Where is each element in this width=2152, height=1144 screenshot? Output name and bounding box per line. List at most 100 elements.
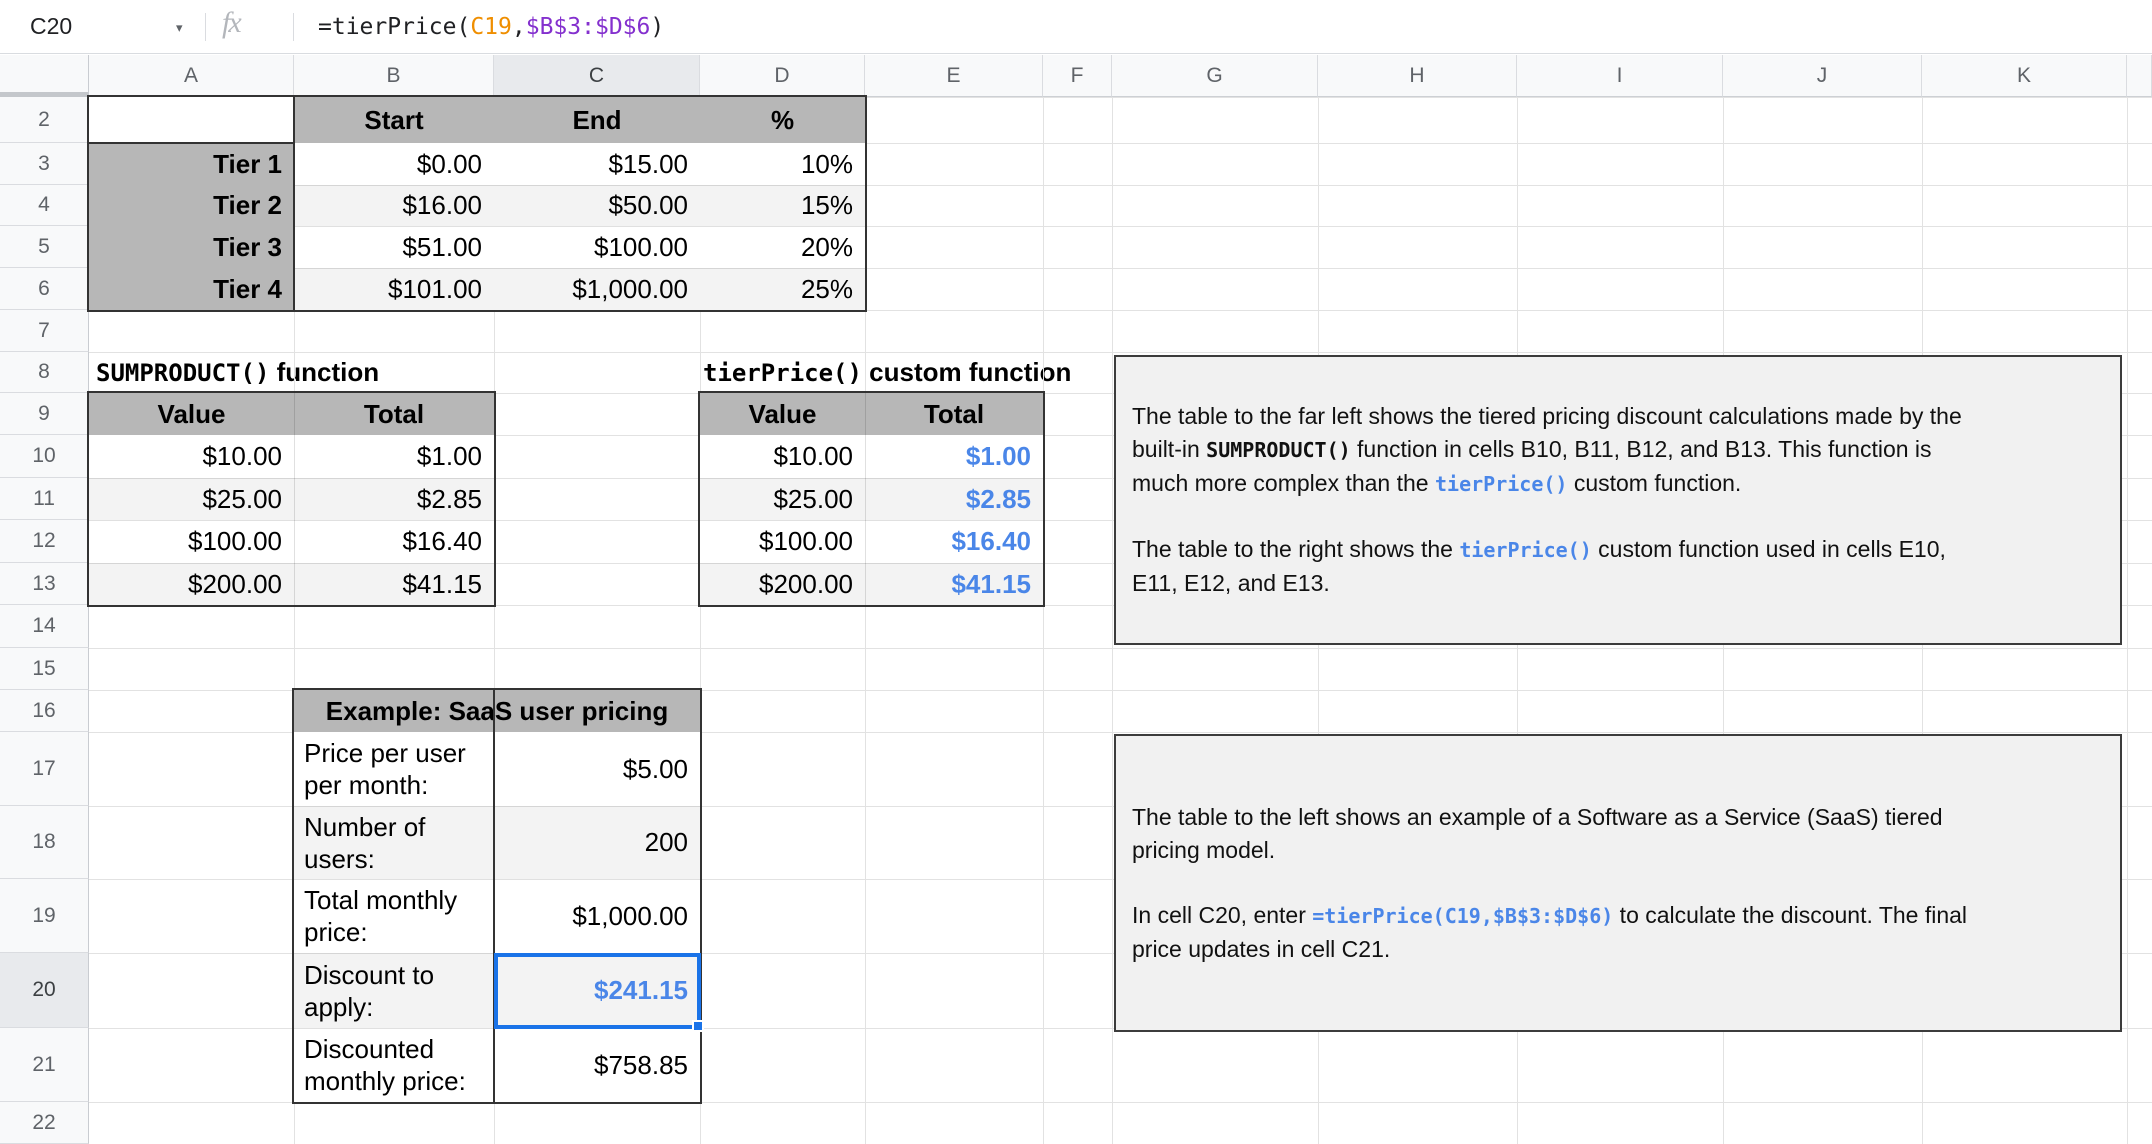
row-header-19[interactable]: 19 — [0, 879, 89, 953]
cell-D3[interactable]: 10% — [700, 143, 865, 185]
fill-handle[interactable] — [692, 1020, 704, 1032]
row-header-2[interactable]: 2 — [0, 97, 89, 143]
cell-B2[interactable]: Start — [294, 97, 494, 143]
column-header-H[interactable]: H — [1318, 55, 1517, 97]
tierprice-table-value-row13[interactable]: $200.00 — [700, 563, 865, 605]
column-header-I[interactable]: I — [1517, 55, 1723, 97]
cell-C3[interactable]: $15.00 — [494, 143, 700, 185]
select-all-corner[interactable] — [0, 55, 89, 97]
column-header-J[interactable]: J — [1723, 55, 1922, 97]
note-box-sumproduct-vs-tierprice[interactable]: The table to the far left shows the tier… — [1114, 355, 2122, 645]
sumproduct-table-header-value[interactable]: Value — [89, 393, 294, 435]
row-header-14[interactable]: 14 — [0, 605, 89, 648]
cell-D4[interactable]: 15% — [700, 185, 865, 226]
row-header-17[interactable]: 17 — [0, 732, 89, 806]
name-box-dropdown-icon[interactable]: ▾ — [176, 20, 183, 36]
row-header-13[interactable]: 13 — [0, 563, 89, 605]
column-header-E[interactable]: E — [865, 55, 1043, 97]
cell-D2[interactable]: % — [700, 97, 865, 143]
tierprice-table-total-row10[interactable]: $1.00 — [865, 435, 1043, 478]
column-header-B[interactable]: B — [294, 55, 494, 97]
row-header-16[interactable]: 16 — [0, 690, 89, 732]
sumproduct-table-total-row10[interactable]: $1.00 — [294, 435, 494, 478]
cell-A3[interactable]: Tier 1 — [89, 143, 294, 185]
tierprice-table-value-row12[interactable]: $100.00 — [700, 520, 865, 563]
cell-C2[interactable]: End — [494, 97, 700, 143]
tierprice-table-value-row11[interactable]: $25.00 — [700, 478, 865, 520]
sumproduct-table-header-total[interactable]: Total — [294, 393, 494, 435]
cell-B19[interactable]: Total monthly price: — [294, 879, 494, 953]
cell-name-box[interactable]: C20 — [0, 0, 205, 53]
column-header-F[interactable]: F — [1043, 55, 1112, 97]
column-header-A[interactable]: A — [89, 55, 294, 97]
cell-C6[interactable]: $1,000.00 — [494, 268, 700, 310]
tierprice-table-total-row12[interactable]: $16.40 — [865, 520, 1043, 563]
sumproduct-table-value-row10[interactable]: $10.00 — [89, 435, 294, 478]
row-header-20[interactable]: 20 — [0, 953, 89, 1028]
cell-C18[interactable]: 200 — [494, 806, 700, 879]
sumproduct-table-value-row11[interactable]: $25.00 — [89, 478, 294, 520]
row-header-8[interactable]: 8 — [0, 352, 89, 393]
sumproduct-table-total-row13[interactable]: $41.15 — [294, 563, 494, 605]
cell-A6[interactable]: Tier 4 — [89, 268, 294, 310]
cell-C5[interactable]: $100.00 — [494, 226, 700, 268]
cell-B3[interactable]: $0.00 — [294, 143, 494, 185]
tierprice-table-value-row10[interactable]: $10.00 — [700, 435, 865, 478]
row-header-21[interactable]: 21 — [0, 1028, 89, 1102]
cell-A8-sumproduct-title[interactable]: SUMPRODUCT() function — [96, 352, 380, 393]
cell-C4[interactable]: $50.00 — [494, 185, 700, 226]
row-header-6[interactable]: 6 — [0, 268, 89, 310]
text-span: custom function. — [1567, 470, 1742, 496]
cell-B4[interactable]: $16.00 — [294, 185, 494, 226]
cell-B5[interactable]: $51.00 — [294, 226, 494, 268]
selected-cell-reference: C20 — [30, 13, 73, 39]
column-header-D[interactable]: D — [700, 55, 865, 97]
cell-B20[interactable]: Discount to apply: — [294, 953, 494, 1028]
tierprice-table-total-row13[interactable]: $41.15 — [865, 563, 1043, 605]
sumproduct-table-total-row12[interactable]: $16.40 — [294, 520, 494, 563]
sumproduct-table-value-row12[interactable]: $100.00 — [89, 520, 294, 563]
cell-B17[interactable]: Price per user per month: — [294, 732, 494, 806]
row-header-11[interactable]: 11 — [0, 478, 89, 520]
column-header-K[interactable]: K — [1922, 55, 2127, 97]
tierprice-table-header-total[interactable]: Total — [865, 393, 1043, 435]
note-box-saas-instructions[interactable]: The table to the left shows an example o… — [1114, 734, 2122, 1032]
column-header-partial[interactable] — [2127, 55, 2152, 97]
row-header-3[interactable]: 3 — [0, 143, 89, 185]
row-header-15[interactable]: 15 — [0, 648, 89, 690]
row-header-9[interactable]: 9 — [0, 393, 89, 435]
text-span: much more complex than the — [1132, 470, 1435, 496]
cell-A4[interactable]: Tier 2 — [89, 185, 294, 226]
column-header-G[interactable]: G — [1112, 55, 1318, 97]
cell-C21[interactable]: $758.85 — [494, 1028, 700, 1102]
formula-input[interactable]: =tierPrice(C19, $B$3:$D$6) — [318, 0, 2118, 53]
cell-B6[interactable]: $101.00 — [294, 268, 494, 310]
row-header-10[interactable]: 10 — [0, 435, 89, 478]
tierprice-table-total-row11[interactable]: $2.85 — [865, 478, 1043, 520]
cell-B21[interactable]: Discounted monthly price: — [294, 1028, 494, 1102]
cell-A5[interactable]: Tier 3 — [89, 226, 294, 268]
table-gridline — [294, 806, 700, 807]
cell-C19[interactable]: $1,000.00 — [494, 879, 700, 953]
code-span: tierPrice() — [1459, 538, 1592, 562]
tierprice-table-header-value[interactable]: Value — [700, 393, 865, 435]
table-gridline — [89, 478, 494, 479]
column-header-C[interactable]: C — [494, 55, 700, 97]
row-header-22[interactable]: 22 — [0, 1102, 89, 1144]
selected-cell-border — [494, 953, 701, 1029]
sumproduct-table-value-row13[interactable]: $200.00 — [89, 563, 294, 605]
divider — [293, 13, 294, 41]
row-header-7[interactable]: 7 — [0, 310, 89, 352]
row-header-5[interactable]: 5 — [0, 226, 89, 268]
row-header-12[interactable]: 12 — [0, 520, 89, 563]
cell-C17[interactable]: $5.00 — [494, 732, 700, 806]
cell-D5[interactable]: 20% — [700, 226, 865, 268]
sumproduct-table-total-row11[interactable]: $2.85 — [294, 478, 494, 520]
cell-B18[interactable]: Number of users: — [294, 806, 494, 879]
row-header-18[interactable]: 18 — [0, 806, 89, 879]
cell-B16-saas-title[interactable]: Example: SaaS user pricing — [294, 690, 700, 732]
row-header-4[interactable]: 4 — [0, 185, 89, 226]
cell-D8-tierprice-title[interactable]: tierPrice() custom function — [703, 352, 1072, 393]
cell-D6[interactable]: 25% — [700, 268, 865, 310]
cell-A2[interactable] — [89, 97, 294, 143]
